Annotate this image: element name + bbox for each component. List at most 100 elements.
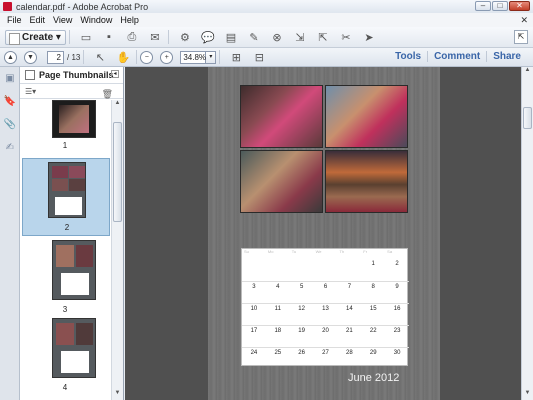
calendar-day-cell: 5 bbox=[299, 284, 304, 290]
thumbnails-list: 1 2 3 4 bbox=[20, 100, 110, 400]
thumbnail-calendar bbox=[61, 351, 89, 373]
thumbnail-photo bbox=[59, 105, 89, 133]
calendar-day-cell: 15 bbox=[369, 306, 377, 312]
bookmarks-icon[interactable]: 🔖 bbox=[3, 96, 17, 109]
scroll-down-icon[interactable]: ▼ bbox=[113, 390, 122, 400]
toolbar-separator bbox=[219, 50, 221, 64]
document-scrollbar[interactable]: ▲ ▼ bbox=[521, 67, 533, 400]
minimize-button[interactable]: – bbox=[475, 1, 491, 11]
menu-help[interactable]: Help bbox=[116, 15, 143, 25]
zoom-in-icon[interactable]: + bbox=[160, 50, 174, 64]
zoom-dropdown-icon[interactable]: ▾ bbox=[206, 50, 217, 64]
calendar-day-cell: 14 bbox=[346, 306, 353, 312]
thumbnail-page-4[interactable]: 4 bbox=[20, 318, 110, 396]
close-panel-icon[interactable]: ◂ bbox=[111, 70, 119, 78]
page-number-input[interactable]: 2 bbox=[47, 50, 64, 64]
page-thumbnails-icon[interactable]: ▣ bbox=[3, 73, 17, 86]
tools-link[interactable]: Tools bbox=[389, 51, 427, 62]
close-window-button[interactable]: ✕ bbox=[509, 1, 530, 11]
insert-page-icon[interactable]: ⇱ bbox=[313, 29, 333, 45]
toolbar-separator bbox=[68, 30, 70, 44]
calendar-day-cell: 30 bbox=[393, 350, 401, 356]
calendar-day-cell: 4 bbox=[276, 284, 280, 290]
task-pane-links: Tools Comment Share bbox=[389, 51, 527, 62]
select-arrow-icon[interactable]: ➤ bbox=[359, 29, 379, 45]
calendar-day-cell bbox=[290, 259, 314, 281]
menu-view[interactable]: View bbox=[49, 15, 76, 25]
scroll-up-icon[interactable]: ▲ bbox=[113, 100, 122, 110]
zoom-level-input[interactable]: 34.8% bbox=[180, 50, 207, 64]
maximize-button[interactable]: □ bbox=[492, 1, 508, 11]
weekday-label: Sa bbox=[387, 249, 393, 254]
scrollbar-thumb[interactable] bbox=[113, 122, 122, 222]
weekday-label: Mo bbox=[267, 249, 274, 254]
document-view[interactable]: Su Mo Tu We Th Fr Sa 1 2 3 4 5 6 7 8 9 10 11 12 13 14… bbox=[125, 67, 521, 400]
thumbnail-photo bbox=[76, 245, 93, 267]
menu-edit[interactable]: Edit bbox=[26, 15, 50, 25]
close-document-icon[interactable]: ✕ bbox=[520, 15, 528, 26]
thumbnail-image bbox=[52, 318, 96, 378]
thumbnail-options-icon[interactable]: ☰▾ bbox=[25, 87, 36, 96]
delete-page-icon[interactable]: ⊗ bbox=[267, 29, 287, 45]
thumbnail-label: 3 bbox=[62, 305, 68, 314]
calendar-day-cell: 7 bbox=[347, 284, 352, 290]
attachments-paperclip-icon[interactable]: 📎 bbox=[3, 119, 17, 132]
sticky-note-icon[interactable]: ▤ bbox=[221, 29, 241, 45]
calendar-week-row: 17 18 19 20 21 22 23 bbox=[242, 325, 409, 347]
menu-file[interactable]: File bbox=[3, 15, 26, 25]
calendar-weekday-header: Su Mo Tu We Th Fr Sa bbox=[242, 249, 409, 259]
calendar-day-cell: 6 bbox=[323, 284, 328, 290]
scrollbar-thumb[interactable] bbox=[523, 107, 532, 129]
calendar-day-cell: 24 bbox=[250, 350, 258, 356]
scroll-up-icon[interactable]: ▲ bbox=[523, 67, 532, 77]
open-folder-icon[interactable]: ▭ bbox=[76, 29, 96, 45]
comment-bubble-icon[interactable]: 💬 bbox=[198, 29, 218, 45]
fit-width-icon[interactable]: ⊟ bbox=[249, 49, 269, 65]
calendar-day-cell bbox=[266, 259, 290, 281]
thumbnails-header: Page Thumbnails ◂ bbox=[20, 67, 123, 84]
calendar-week-row: 24 25 26 27 28 29 30 bbox=[242, 347, 409, 369]
thumbnail-label: 1 bbox=[62, 141, 68, 150]
weekday-label: Tu bbox=[291, 249, 297, 254]
select-cursor-icon[interactable]: ↖ bbox=[90, 49, 110, 65]
photo-group-2 bbox=[325, 85, 408, 148]
redact-icon[interactable]: ✂ bbox=[336, 29, 356, 45]
thumbnail-page-1[interactable]: 1 bbox=[20, 100, 110, 156]
calendar-day-cell: 12 bbox=[298, 306, 305, 312]
thumbnail-page-3[interactable]: 3 bbox=[20, 240, 110, 318]
pdf-page: Su Mo Tu We Th Fr Sa 1 2 3 4 5 6 7 8 9 10 11 12 13 14… bbox=[208, 67, 440, 400]
previous-page-icon[interactable]: ▲ bbox=[4, 50, 17, 64]
settings-gear-icon[interactable]: ⚙ bbox=[175, 29, 195, 45]
comment-link[interactable]: Comment bbox=[427, 51, 486, 62]
next-page-icon[interactable]: ▼ bbox=[24, 50, 37, 64]
share-link[interactable]: Share bbox=[486, 51, 527, 62]
thumbnails-scrollbar[interactable]: ▲ ▼ bbox=[111, 100, 123, 400]
hand-tool-icon[interactable]: ✋ bbox=[113, 49, 133, 65]
email-icon[interactable]: ✉ bbox=[145, 29, 165, 45]
page-thumbnails-panel: Page Thumbnails ◂ ☰▾ 🗑 1 2 3 4 ▲ ▼ bbox=[20, 67, 124, 400]
sign-icon[interactable]: ✎ bbox=[244, 29, 264, 45]
trash-icon[interactable]: 🗑 bbox=[102, 89, 113, 100]
calendar-day-cell: 9 bbox=[395, 284, 399, 290]
create-button[interactable]: Create ▾ bbox=[5, 29, 66, 45]
thumbnails-title: Page Thumbnails bbox=[39, 70, 114, 80]
calendar-day-cell: 23 bbox=[393, 328, 401, 334]
photo-group-3 bbox=[240, 150, 323, 213]
extract-page-icon[interactable]: ⇲ bbox=[290, 29, 310, 45]
calendar-day-cell: 1 bbox=[371, 261, 375, 267]
navigation-pane-strip: ▣ 🔖 📎 ✍ bbox=[0, 67, 20, 400]
zoom-out-icon[interactable]: − bbox=[140, 50, 154, 64]
thumbnail-page-2[interactable]: 2 bbox=[22, 158, 110, 236]
menu-window[interactable]: Window bbox=[76, 15, 116, 25]
signatures-icon[interactable]: ✍ bbox=[3, 142, 17, 155]
page-total-label: / 13 bbox=[67, 52, 81, 62]
acrobat-app-icon bbox=[3, 2, 12, 11]
print-icon[interactable]: ⎙ bbox=[122, 29, 142, 45]
title-bar: calendar.pdf - Adobe Acrobat Pro – □ ✕ bbox=[0, 0, 533, 13]
save-icon[interactable]: ▪ bbox=[99, 29, 119, 45]
scroll-down-icon[interactable]: ▼ bbox=[523, 390, 532, 400]
calendar-week-row: 10 11 12 13 14 15 16 bbox=[242, 303, 409, 325]
expand-toolbar-icon[interactable]: ⇱ bbox=[514, 30, 528, 44]
thumbnails-panel-icon bbox=[25, 70, 35, 80]
fit-page-icon[interactable]: ⊞ bbox=[226, 49, 246, 65]
